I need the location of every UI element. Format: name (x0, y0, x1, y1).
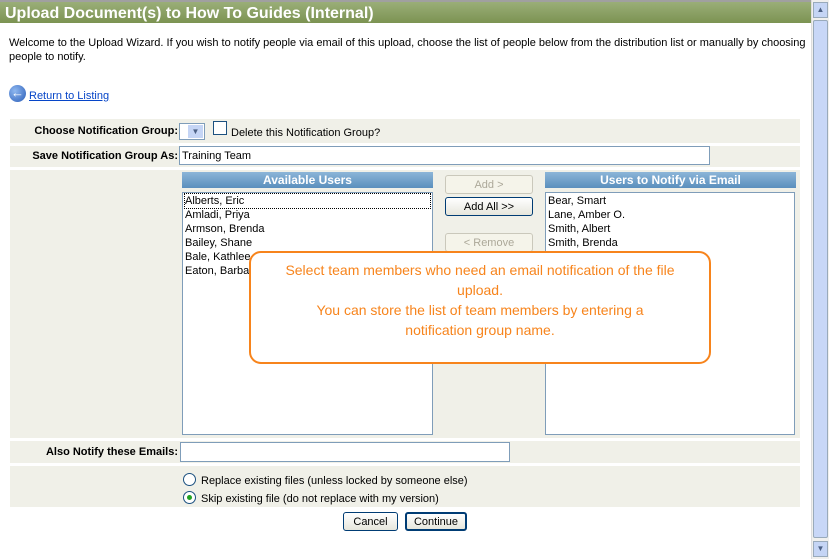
callout-line-1: Select team members who need an email no… (285, 262, 675, 298)
also-notify-input[interactable] (180, 442, 510, 462)
also-notify-row: Also Notify these Emails: (10, 441, 800, 463)
radio-skip[interactable]: Skip existing file (do not replace with … (183, 489, 439, 505)
list-item[interactable]: Bailey, Shane (185, 236, 430, 250)
save-group-row: Save Notification Group As: (10, 146, 800, 167)
callout-line-2: You can store the list of team members b… (316, 302, 644, 338)
remove-button[interactable]: < Remove (445, 233, 533, 252)
vertical-scrollbar[interactable]: ▲ ▼ (811, 0, 829, 559)
also-notify-label: Also Notify these Emails: (45, 446, 178, 458)
return-to-listing[interactable]: ← Return to Listing (9, 84, 109, 102)
radio-skip-label: Skip existing file (do not replace with … (201, 493, 439, 505)
save-group-input[interactable] (179, 146, 710, 165)
list-item[interactable]: Bear, Smart (548, 194, 792, 208)
add-button[interactable]: Add > (445, 175, 533, 194)
radio-replace-label: Replace existing files (unless locked by… (201, 475, 468, 487)
notification-group-select[interactable]: ▼ (179, 123, 205, 140)
list-item[interactable]: Lane, Amber O. (548, 208, 792, 222)
list-item[interactable]: Alberts, Eric (184, 193, 431, 209)
chevron-down-icon[interactable]: ▼ (188, 125, 203, 138)
intro-text: Welcome to the Upload Wizard. If you wis… (9, 37, 806, 63)
page-title: Upload Document(s) to How To Guides (Int… (0, 0, 812, 23)
choose-group-row: Choose Notification Group: ▼ Delete this… (10, 119, 800, 143)
back-arrow-icon[interactable]: ← (9, 84, 26, 102)
continue-button[interactable]: Continue (405, 512, 467, 531)
delete-group-checkbox[interactable] (213, 121, 227, 135)
add-all-button[interactable]: Add All >> (445, 197, 533, 216)
scroll-down-icon[interactable]: ▼ (813, 541, 828, 557)
cancel-button[interactable]: Cancel (343, 512, 398, 531)
choose-group-label: Choose Notification Group: (34, 125, 178, 137)
available-users-header: Available Users (182, 172, 433, 188)
help-callout: Select team members who need an email no… (249, 251, 711, 364)
list-item[interactable]: Smith, Brenda (548, 236, 792, 250)
radio-replace[interactable]: Replace existing files (unless locked by… (183, 471, 468, 487)
scrollbar-thumb[interactable] (813, 20, 828, 538)
radio-skip-button[interactable] (183, 490, 196, 504)
scroll-up-icon[interactable]: ▲ (813, 2, 828, 18)
radio-replace-button[interactable] (183, 472, 196, 486)
notify-users-header: Users to Notify via Email (545, 172, 796, 188)
return-link[interactable]: Return to Listing (29, 90, 109, 102)
save-group-label: Save Notification Group As: (32, 150, 178, 162)
list-item[interactable]: Armson, Brenda (185, 222, 430, 236)
list-item[interactable]: Smith, Albert (548, 222, 792, 236)
list-item[interactable]: Amladi, Priya (185, 208, 430, 222)
delete-group-label: Delete this Notification Group? (231, 127, 381, 139)
